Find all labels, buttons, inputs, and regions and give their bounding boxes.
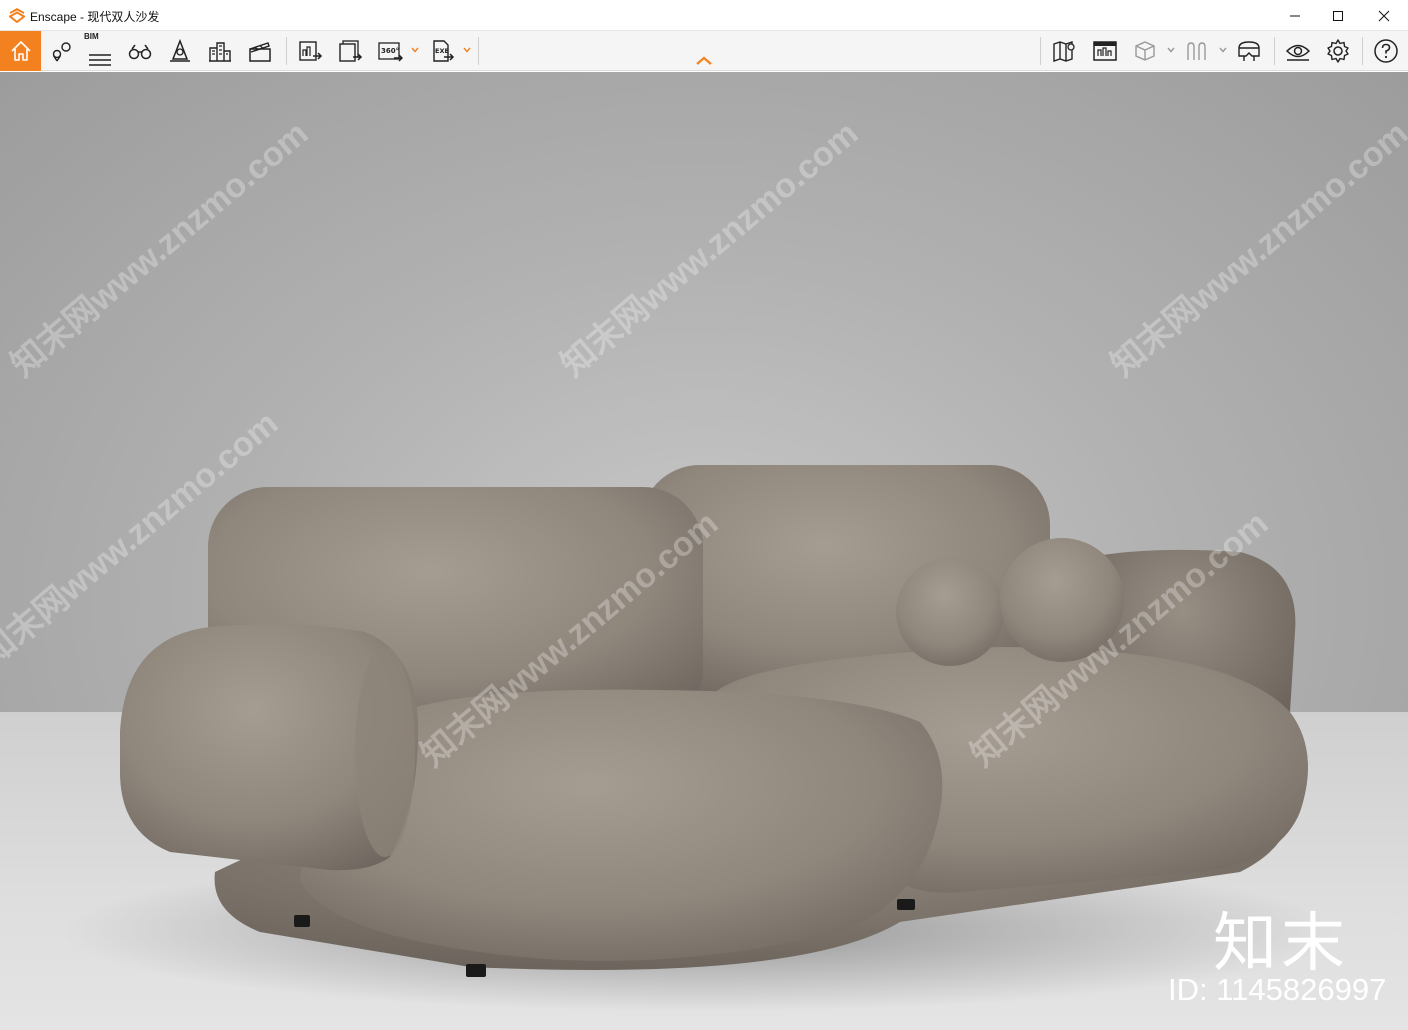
asset-library-button[interactable]: [162, 33, 198, 69]
render-viewport[interactable]: 知末网www.znzmo.com 知末网www.znzmo.com 知末网www…: [0, 72, 1408, 1030]
minimize-icon: [1290, 15, 1300, 16]
window-title: Enscape - 现代双人沙发: [30, 10, 160, 24]
sofa-leg: [466, 964, 486, 977]
close-icon: [1378, 10, 1390, 21]
enscape-logo-icon: [9, 8, 25, 23]
binoculars-button[interactable]: [122, 33, 158, 69]
toolbar-separator: [1040, 37, 1041, 65]
binoculars-icon: [128, 44, 152, 60]
bim-button[interactable]: BIM: [82, 32, 118, 69]
maximize-button[interactable]: [1315, 0, 1361, 31]
visual-settings-button[interactable]: [1280, 33, 1316, 69]
ball-pillow-left: [896, 558, 1004, 666]
chevron-down-icon[interactable]: [1218, 45, 1228, 55]
box-view-icon: [1135, 41, 1155, 61]
settings-button[interactable]: [1320, 33, 1356, 69]
home-icon: [10, 41, 31, 61]
box-view-button[interactable]: [1127, 33, 1163, 69]
vr-headset-button[interactable]: [1231, 33, 1267, 69]
site-context-button[interactable]: [202, 33, 238, 69]
toolbar-separator: [1274, 37, 1275, 65]
help-button[interactable]: [1368, 33, 1404, 69]
home-button[interactable]: [0, 31, 41, 71]
brand-id: ID: 1145826997: [1168, 972, 1387, 1007]
clapperboard-icon: [249, 42, 271, 62]
traffic-cone-icon: [170, 38, 190, 62]
toolbar-separator: [1362, 37, 1363, 65]
visibility-eye-icon: [1285, 44, 1311, 61]
toolbar-separator: [478, 37, 479, 65]
close-button[interactable]: [1361, 0, 1407, 31]
armrest-left-end: [355, 647, 415, 857]
collapse-toolbar-icon[interactable]: [694, 54, 714, 68]
vr-headset-icon: [1238, 41, 1260, 61]
buildings-icon: [209, 42, 231, 62]
video-editor-button[interactable]: [242, 33, 278, 69]
views-button[interactable]: [43, 33, 79, 69]
export-360-icon: 360°: [378, 42, 403, 62]
chevron-down-icon[interactable]: [1166, 45, 1176, 55]
export-exe-label: EXE: [435, 47, 449, 55]
title-bar: Enscape - 现代双人沙发: [0, 0, 1408, 31]
brand-mark: 知末: [1213, 907, 1349, 979]
render-screenshot-icon: [299, 41, 323, 61]
maximize-icon: [1333, 10, 1343, 21]
sofa-leg: [897, 899, 915, 910]
web-standalone-button[interactable]: [1087, 33, 1123, 69]
map-icon: [1053, 41, 1075, 62]
toolbar-separator: [286, 37, 287, 65]
batch-render-button[interactable]: [332, 33, 368, 69]
settings-gear-icon: [1327, 39, 1349, 63]
bim-icon: [89, 54, 111, 66]
minimize-button[interactable]: [1272, 0, 1318, 31]
location-pins-icon: [52, 42, 71, 62]
help-icon: [1374, 39, 1398, 63]
batch-render-icon: [339, 40, 363, 62]
chevron-down-icon[interactable]: [462, 45, 472, 55]
sketch-view-button[interactable]: [1179, 33, 1215, 69]
export-exe-button[interactable]: EXE: [424, 33, 460, 69]
chevron-down-icon[interactable]: [410, 45, 420, 55]
export-360-button[interactable]: 360°: [372, 33, 408, 69]
sketch-view-icon: [1187, 42, 1206, 60]
render-image-button[interactable]: [292, 33, 328, 69]
bim-label: BIM: [84, 32, 99, 41]
web-standalone-icon: [1093, 41, 1117, 61]
export-exe-icon: EXE: [433, 40, 455, 62]
sofa-leg: [294, 915, 310, 927]
export-360-label: 360°: [381, 47, 399, 55]
map-button[interactable]: [1047, 33, 1083, 69]
